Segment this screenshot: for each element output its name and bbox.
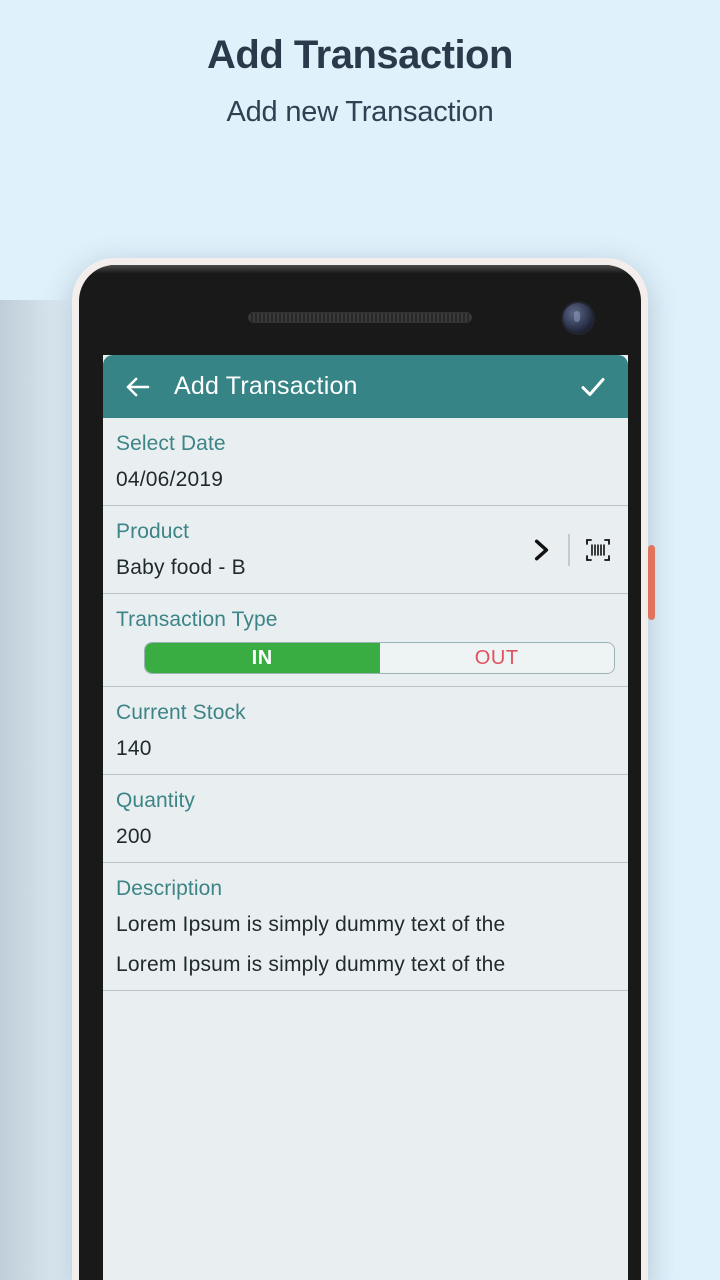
phone-mockup: Add Transaction Select Date 04/06/2019 P…: [72, 258, 648, 1280]
current-stock-label: Current Stock: [116, 701, 246, 724]
select-date-value: 04/06/2019: [116, 468, 224, 491]
page-title: Add Transaction: [207, 33, 513, 77]
quantity-label: Quantity: [116, 789, 196, 812]
barcode-icon[interactable]: [584, 536, 612, 564]
phone-bezel: Add Transaction Select Date 04/06/2019 P…: [79, 265, 641, 1280]
check-icon[interactable]: [578, 372, 608, 402]
bezel-highlight: [79, 265, 641, 273]
earpiece-speaker-icon: [248, 312, 472, 323]
select-date-label: Select Date: [116, 432, 226, 455]
field-current-stock: Current Stock 140: [103, 687, 628, 775]
description-line-1: Lorem Ipsum is simply dummy text of the: [116, 913, 506, 936]
page-subtitle: Add new Transaction: [226, 96, 494, 128]
app-bar-title: Add Transaction: [174, 372, 358, 400]
app-bar: Add Transaction: [103, 355, 628, 418]
page-root: Add Transaction Add new Transaction Add …: [0, 0, 720, 1280]
ambient-shadow: [0, 300, 68, 1280]
description-label: Description: [116, 877, 223, 900]
transaction-type-out-option[interactable]: OUT: [379, 643, 614, 673]
description-line-2: Lorem Ipsum is simply dummy text of the: [116, 953, 506, 976]
hero-header: Add Transaction Add new Transaction: [0, 0, 720, 129]
current-stock-value: 140: [116, 737, 152, 760]
transaction-type-label: Transaction Type: [116, 608, 278, 631]
field-product[interactable]: Product Baby food - B: [103, 506, 628, 594]
field-select-date[interactable]: Select Date 04/06/2019: [103, 418, 628, 506]
transaction-type-toggle[interactable]: IN OUT: [144, 642, 615, 674]
action-divider: [568, 533, 570, 566]
arrow-left-icon[interactable]: [123, 372, 153, 402]
quantity-value: 200: [116, 825, 152, 848]
screen-empty-area: [103, 991, 628, 1280]
field-transaction-type: Transaction Type IN OUT: [103, 594, 628, 687]
product-actions: [528, 533, 612, 566]
transaction-type-in-option[interactable]: IN: [145, 643, 380, 673]
power-button[interactable]: [648, 545, 655, 620]
field-description[interactable]: Description Lorem Ipsum is simply dummy …: [103, 863, 628, 991]
front-camera-icon: [563, 303, 593, 333]
phone-screen: Add Transaction Select Date 04/06/2019 P…: [103, 355, 628, 1280]
field-quantity[interactable]: Quantity 200: [103, 775, 628, 863]
chevron-right-icon[interactable]: [528, 537, 554, 563]
